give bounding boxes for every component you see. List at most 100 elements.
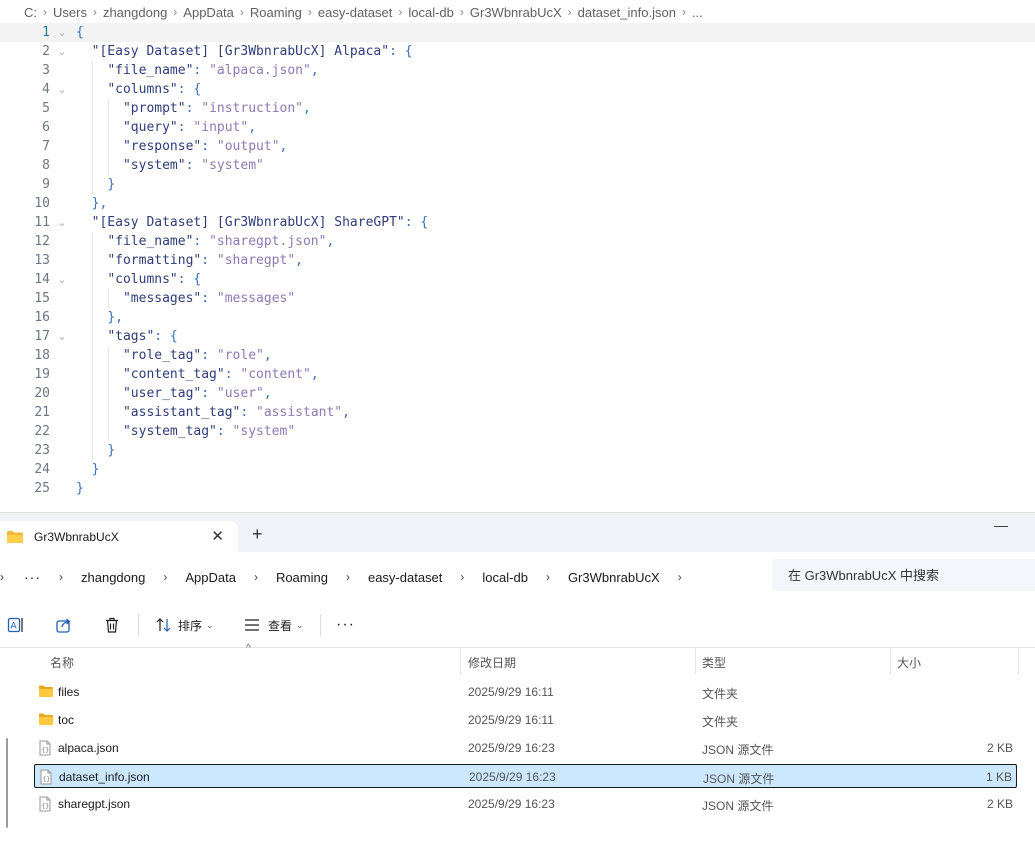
code-line[interactable]: 10 }, [0, 194, 1035, 213]
column-divider[interactable] [890, 648, 891, 674]
line-number: 13 [34, 253, 50, 268]
code-line[interactable]: 9 } [0, 175, 1035, 194]
code-line[interactable]: 3 "file_name": "alpaca.json", [0, 61, 1035, 80]
chevron-right-icon[interactable]: › [59, 570, 63, 584]
column-header-name[interactable]: 名称 [50, 654, 74, 671]
code-line[interactable]: 4 ⌄ "columns": { [0, 80, 1035, 99]
code-line[interactable]: 18 "role_tag": "role", [0, 346, 1035, 365]
address-segment[interactable]: easy-dataset [368, 570, 442, 585]
file-size: 2 KB [986, 741, 1013, 755]
code-line[interactable]: 19 "content_tag": "content", [0, 365, 1035, 384]
breadcrumb-segment[interactable]: Gr3WbnrabUcX [470, 5, 562, 20]
code-line[interactable]: 15 "messages": "messages" [0, 289, 1035, 308]
breadcrumb-segment[interactable]: Users [53, 5, 87, 20]
breadcrumb-segment[interactable]: zhangdong [103, 5, 167, 20]
code-editor[interactable]: C: › Users › zhangdong › AppData › Roaming › easy-… [0, 0, 1035, 512]
fold-chevron-icon[interactable]: ⌄ [56, 42, 68, 61]
file-name: alpaca.json [58, 741, 119, 755]
breadcrumb-segment[interactable]: local-db [408, 5, 454, 20]
line-number: 17 [34, 329, 50, 344]
new-tab-button[interactable]: + [252, 525, 263, 543]
share-button[interactable] [54, 614, 74, 636]
scrollbar[interactable] [6, 738, 8, 828]
column-divider[interactable] [1018, 648, 1019, 674]
code-text: "[Easy Dataset] [Gr3WbnrabUcX] ShareGPT"… [91, 215, 429, 230]
fold-chevron-icon[interactable]: ⌄ [56, 270, 68, 289]
address-overflow-button[interactable]: ··· [24, 569, 41, 585]
code-line[interactable]: 8 "system": "system" [0, 156, 1035, 175]
code-area[interactable]: 1 ⌄ {2 ⌄ "[Easy Dataset] [Gr3WbnrabUcX] Alp… [0, 23, 1035, 498]
address-segment[interactable]: Gr3WbnrabUcX [568, 570, 660, 585]
close-tab-icon[interactable]: ✕ [211, 527, 224, 545]
fold-chevron-icon[interactable]: ⌄ [56, 80, 68, 99]
code-line[interactable]: 16 }, [0, 308, 1035, 327]
column-divider[interactable] [460, 648, 461, 674]
line-number: 6 [42, 120, 50, 135]
code-line[interactable]: 22 "system_tag": "system" [0, 422, 1035, 441]
code-text: }, [91, 196, 108, 211]
sort-button[interactable]: 排序 ⌄ [154, 614, 214, 636]
chevron-right-icon[interactable]: › [346, 570, 350, 584]
delete-button[interactable] [102, 614, 122, 636]
code-line[interactable]: 1 ⌄ { [0, 23, 1035, 42]
address-segment[interactable]: Roaming [276, 570, 328, 585]
fold-chevron-icon[interactable]: ⌄ [56, 23, 68, 42]
file-row[interactable]: {} dataset_info.json 2025/9/29 16:23 JSON 源… [34, 764, 1017, 788]
file-row[interactable]: {} alpaca.json 2025/9/29 16:23 JSON 源文件 2 KB [34, 736, 1017, 760]
breadcrumb-segment[interactable]: dataset_info.json [578, 5, 676, 20]
column-divider[interactable] [695, 648, 696, 674]
chevron-right-icon[interactable]: › [460, 570, 464, 584]
code-line[interactable]: 20 "user_tag": "user", [0, 384, 1035, 403]
breadcrumb-segment[interactable]: Roaming [250, 5, 302, 20]
file-type: 文件夹 [702, 687, 739, 701]
code-line[interactable]: 17 ⌄ "tags": { [0, 327, 1035, 346]
address-breadcrumb[interactable]: ··· › zhangdong › AppData › Roaming › easy-data… [10, 560, 762, 594]
line-number: 20 [34, 386, 50, 401]
file-row[interactable]: {} sharegpt.json 2025/9/29 16:23 JSON 源文件 2 … [34, 792, 1017, 816]
chevron-right-icon[interactable]: › [254, 570, 258, 584]
breadcrumb-segment[interactable]: AppData [183, 5, 234, 20]
code-line[interactable]: 6 "query": "input", [0, 118, 1035, 137]
breadcrumb-segment[interactable]: ... [692, 5, 703, 20]
code-line[interactable]: 13 "formatting": "sharegpt", [0, 251, 1035, 270]
file-row[interactable]: files 2025/9/29 16:11 文件夹 [34, 680, 1017, 704]
address-segment[interactable]: local-db [482, 570, 528, 585]
sort-icon [156, 618, 171, 632]
code-text: } [107, 177, 116, 192]
code-line[interactable]: 14 ⌄ "columns": { [0, 270, 1035, 289]
code-line[interactable]: 21 "assistant_tag": "assistant", [0, 403, 1035, 422]
file-modified-date: 2025/9/29 16:23 [469, 770, 556, 784]
search-input[interactable] [786, 566, 1030, 584]
more-options-button[interactable]: ··· [336, 614, 355, 636]
breadcrumb-segment[interactable]: C: [24, 5, 37, 20]
chevron-right-icon[interactable]: › [163, 570, 167, 584]
fold-chevron-icon[interactable]: ⌄ [56, 213, 68, 232]
line-number: 12 [34, 234, 50, 249]
chevron-right-icon[interactable]: › [546, 570, 550, 584]
code-text: "content_tag": "content", [122, 367, 319, 382]
search-box[interactable] [772, 559, 1035, 591]
view-button[interactable]: 查看 ⌄ [242, 614, 304, 636]
breadcrumb-segment[interactable]: easy-dataset [318, 5, 392, 20]
chevron-right-icon[interactable]: › [678, 570, 682, 584]
address-segment[interactable]: AppData [185, 570, 236, 585]
code-line[interactable]: 5 "prompt": "instruction", [0, 99, 1035, 118]
code-line[interactable]: 11 ⌄ "[Easy Dataset] [Gr3WbnrabUcX] Share… [0, 213, 1035, 232]
fold-chevron-icon[interactable]: ⌄ [56, 327, 68, 346]
minimize-button[interactable]: — [994, 517, 1008, 533]
code-line[interactable]: 24 } [0, 460, 1035, 479]
view-icon [245, 619, 259, 631]
file-row[interactable]: toc 2025/9/29 16:11 文件夹 [34, 708, 1017, 732]
tab-gr3wbnrabucx[interactable]: Gr3WbnrabUcX ✕ [0, 521, 238, 552]
code-line[interactable]: 23 } [0, 441, 1035, 460]
column-header-modified[interactable]: 修改日期 [468, 654, 516, 671]
column-header-type[interactable]: 类型 [702, 654, 726, 671]
address-segment[interactable]: zhangdong [81, 570, 145, 585]
code-line[interactable]: 12 "file_name": "sharegpt.json", [0, 232, 1035, 251]
code-line[interactable]: 25} [0, 479, 1035, 498]
column-header-size[interactable]: 大小 [897, 654, 921, 671]
code-line[interactable]: 2 ⌄ "[Easy Dataset] [Gr3WbnrabUcX] Alpaca… [0, 42, 1035, 61]
file-explorer-window: Gr3WbnrabUcX ✕ + — › ··· › zhangdong › AppD… [0, 513, 1035, 842]
code-line[interactable]: 7 "response": "output", [0, 137, 1035, 156]
rename-button[interactable]: A [6, 614, 26, 636]
